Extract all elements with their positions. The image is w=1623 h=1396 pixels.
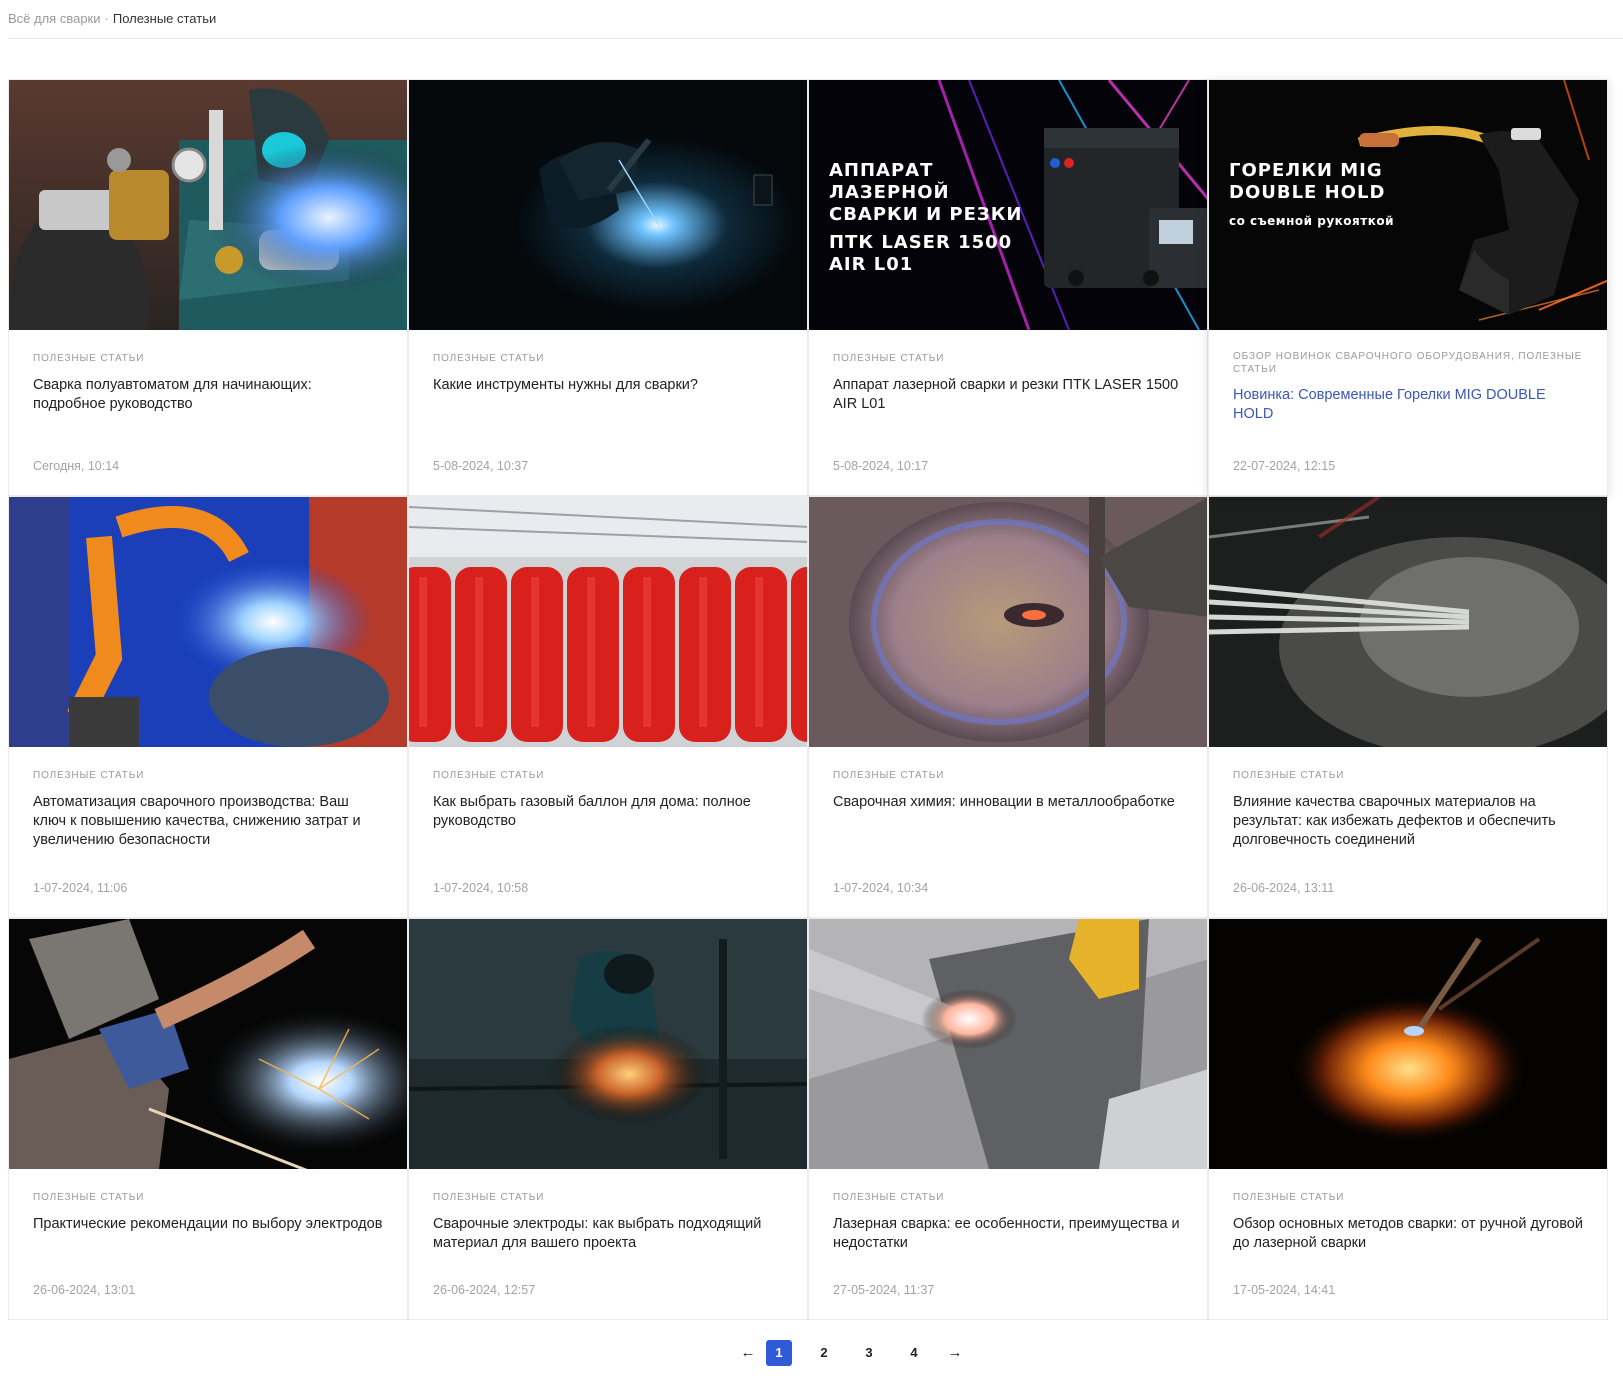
article-image-welder-gas-regulator[interactable]	[9, 80, 407, 330]
article-date: 27-05-2024, 11:37	[833, 1283, 935, 1297]
article-image-welder-sparks[interactable]	[9, 919, 407, 1169]
article-image-gas-torch-flame[interactable]	[1209, 919, 1607, 1169]
article-title[interactable]: Сварочные электроды: как выбрать подходя…	[433, 1215, 783, 1253]
article-image-electrodes[interactable]	[1209, 497, 1607, 747]
next-page-arrow-icon[interactable]: →	[946, 1340, 964, 1366]
article-title[interactable]: Сварочная химия: инновации в металлообра…	[833, 793, 1183, 812]
banner-line: ГОРЕЛКИ MIG	[1229, 160, 1383, 181]
article-card[interactable]: ПОЛЕЗНЫЕ СТАТЬИ Лазерная сварка: ее особ…	[808, 918, 1208, 1320]
article-title[interactable]: Обзор основных методов сварки: от ручной…	[1233, 1215, 1583, 1253]
page-1-button[interactable]: 1	[766, 1340, 792, 1366]
article-image-welder-workshop[interactable]	[409, 919, 807, 1169]
article-card[interactable]: ПОЛЕЗНЫЕ СТАТЬИ Сварочная химия: инновац…	[808, 496, 1208, 918]
article-image-laser-banner[interactable]: АППАРАТ ЛАЗЕРНОЙ СВАРКИ И РЕЗКИ ПТК LASE…	[809, 80, 1207, 330]
article-title[interactable]: Лазерная сварка: ее особенности, преимущ…	[833, 1215, 1183, 1253]
article-card[interactable]: ПОЛЕЗНЫЕ СТАТЬИ Сварочные электроды: как…	[408, 918, 808, 1320]
article-card[interactable]: ПОЛЕЗНЫЕ СТАТЬИ Практические рекомендаци…	[8, 918, 408, 1320]
article-image-gas-cylinders[interactable]	[409, 497, 807, 747]
article-date: 1-07-2024, 10:58	[433, 881, 529, 895]
page-2-button[interactable]: 2	[816, 1340, 832, 1366]
breadcrumb-current: Полезные статьи	[112, 11, 217, 26]
article-card[interactable]: АППАРАТ ЛАЗЕРНОЙ СВАРКИ И РЕЗКИ ПТК LASE…	[808, 79, 1208, 496]
article-title[interactable]: Сварка полуавтоматом для начинающих: под…	[33, 376, 383, 414]
article-date: 5-08-2024, 10:37	[433, 459, 529, 473]
article-title[interactable]: Как выбрать газовый баллон для дома: пол…	[433, 793, 783, 831]
article-title[interactable]: Автоматизация сварочного производства: В…	[33, 793, 383, 850]
article-category[interactable]: ПОЛЕЗНЫЕ СТАТЬИ	[833, 1191, 1183, 1204]
article-card[interactable]: ПОЛЕЗНЫЕ СТАТЬИ Автоматизация сварочного…	[8, 496, 408, 918]
article-category[interactable]: ПОЛЕЗНЫЕ СТАТЬИ	[33, 769, 383, 782]
article-card[interactable]: ПОЛЕЗНЫЕ СТАТЬИ Сварка полуавтоматом для…	[8, 79, 408, 496]
article-category[interactable]: ПОЛЕЗНЫЕ СТАТЬИ	[833, 352, 1183, 365]
breadcrumb-home-link[interactable]: Всё для сварки	[8, 11, 101, 26]
article-title[interactable]: Какие инструменты нужны для сварки?	[433, 376, 783, 395]
banner-line: ЛАЗЕРНОЙ	[829, 182, 950, 203]
article-date: 26-06-2024, 13:01	[33, 1283, 136, 1297]
article-category[interactable]: ПОЛЕЗНЫЕ СТАТЬИ	[433, 1191, 783, 1204]
article-card[interactable]: ПОЛЕЗНЫЕ СТАТЬИ Влияние качества сварочн…	[1208, 496, 1608, 918]
article-image-weld-seam[interactable]	[809, 497, 1207, 747]
article-card[interactable]: ГОРЕЛКИ MIG DOUBLE HOLD со съемной рукоя…	[1208, 79, 1608, 496]
article-category[interactable]: ОБЗОР НОВИНОК СВАРОЧНОГО ОБОРУДОВАНИЯ, П…	[1233, 350, 1583, 376]
page-3-button[interactable]: 3	[861, 1340, 877, 1366]
article-date: 1-07-2024, 11:06	[33, 881, 128, 895]
article-category[interactable]: ПОЛЕЗНЫЕ СТАТЬИ	[433, 769, 783, 782]
article-category[interactable]: ПОЛЕЗНЫЕ СТАТЬИ	[833, 769, 1183, 782]
article-card[interactable]: ПОЛЕЗНЫЕ СТАТЬИ Обзор основных методов с…	[1208, 918, 1608, 1320]
article-card[interactable]: ПОЛЕЗНЫЕ СТАТЬИ Как выбрать газовый балл…	[408, 496, 808, 918]
article-image-welder-dark[interactable]	[409, 80, 807, 330]
article-date: 1-07-2024, 10:34	[833, 881, 929, 895]
article-date: 5-08-2024, 10:17	[833, 459, 929, 473]
article-title[interactable]: Влияние качества сварочных материалов на…	[1233, 793, 1583, 850]
article-date: Сегодня, 10:14	[33, 459, 120, 473]
banner-line: DOUBLE HOLD	[1229, 182, 1386, 203]
banner-line: AIR L01	[829, 254, 914, 275]
prev-page-arrow-icon[interactable]: ←	[739, 1340, 757, 1366]
pagination: ← 1 2 3 4 →	[0, 1340, 1623, 1366]
article-image-mig-torch-banner[interactable]: ГОРЕЛКИ MIG DOUBLE HOLD со съемной рукоя…	[1209, 80, 1607, 330]
article-category[interactable]: ПОЛЕЗНЫЕ СТАТЬИ	[1233, 769, 1583, 782]
article-category[interactable]: ПОЛЕЗНЫЕ СТАТЬИ	[33, 352, 383, 365]
banner-line: со съемной рукояткой	[1229, 214, 1394, 228]
article-date: 26-06-2024, 12:57	[433, 1283, 536, 1297]
article-category[interactable]: ПОЛЕЗНЫЕ СТАТЬИ	[433, 352, 783, 365]
article-image-welding-robot[interactable]	[9, 497, 407, 747]
article-date: 17-05-2024, 14:41	[1233, 1283, 1336, 1297]
article-category[interactable]: ПОЛЕЗНЫЕ СТАТЬИ	[1233, 1191, 1583, 1204]
banner-line: СВАРКИ И РЕЗКИ	[829, 204, 1023, 225]
article-category[interactable]: ПОЛЕЗНЫЕ СТАТЬИ	[33, 1191, 383, 1204]
article-title[interactable]: Аппарат лазерной сварки и резки ПТК LASE…	[833, 376, 1183, 414]
article-image-laser-welding[interactable]	[809, 919, 1207, 1169]
article-date: 22-07-2024, 12:15	[1233, 459, 1336, 473]
banner-line: ПТК LASER 1500	[829, 232, 1013, 253]
article-date: 26-06-2024, 13:11	[1233, 881, 1335, 895]
articles-grid: ПОЛЕЗНЫЕ СТАТЬИ Сварка полуавтоматом для…	[8, 79, 1608, 1320]
article-card[interactable]: ПОЛЕЗНЫЕ СТАТЬИ Какие инструменты нужны …	[408, 79, 808, 496]
banner-line: АППАРАТ	[829, 160, 934, 181]
header-divider	[8, 38, 1623, 39]
page-4-button[interactable]: 4	[906, 1340, 922, 1366]
article-title[interactable]: Новинка: Современные Горелки MIG DOUBLE …	[1233, 386, 1583, 424]
breadcrumb-separator: ·	[104, 11, 109, 26]
article-title[interactable]: Практические рекомендации по выбору элек…	[33, 1215, 383, 1234]
breadcrumb: Всё для сварки · Полезные статьи	[8, 11, 216, 26]
